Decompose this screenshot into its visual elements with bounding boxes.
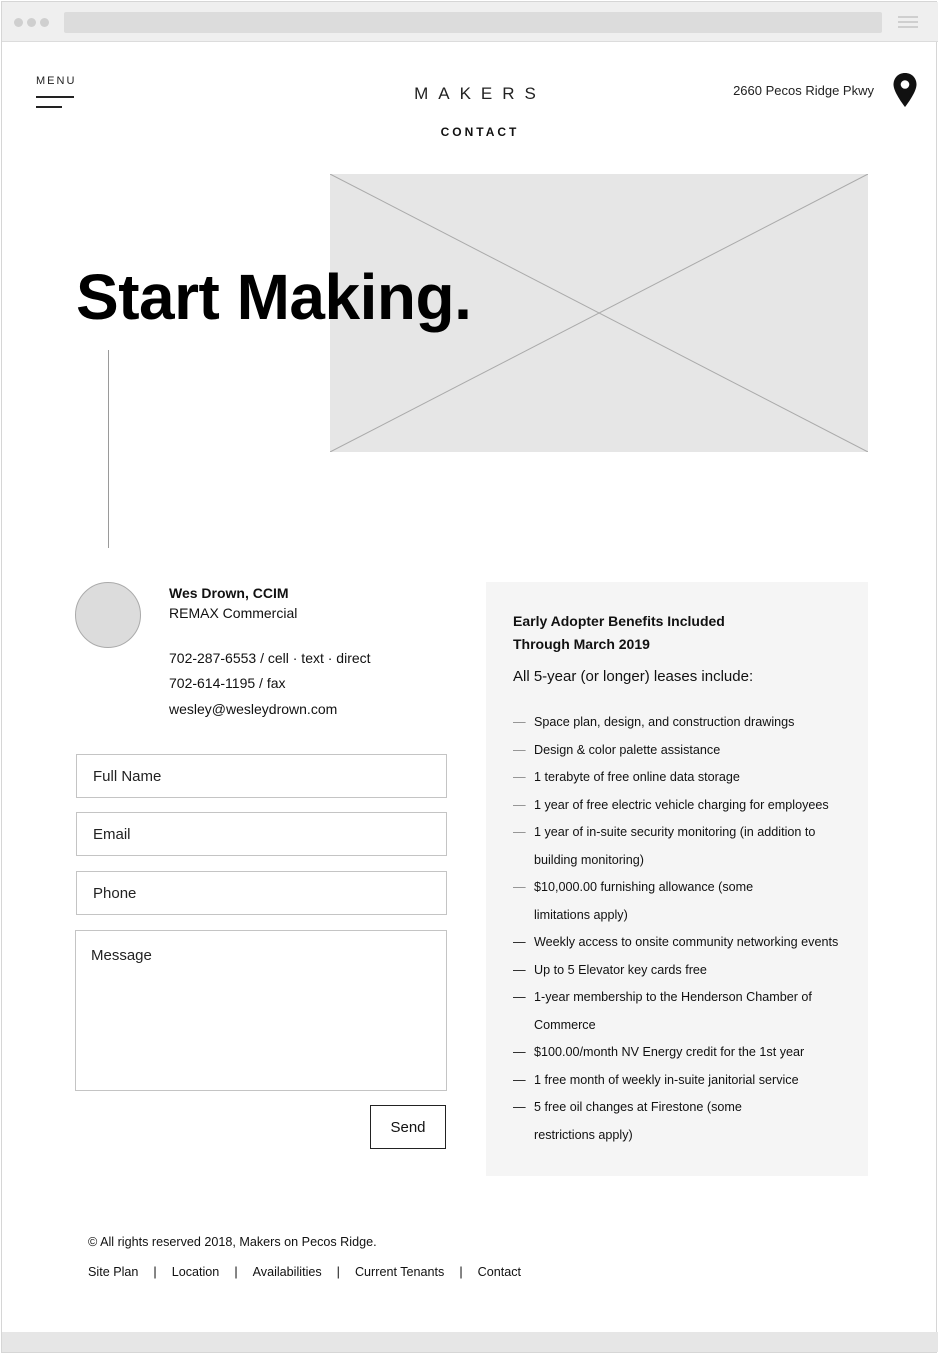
benefit-item: — 1-year membership to the Henderson Cham… bbox=[513, 984, 853, 1039]
benefit-text-continued: Commerce bbox=[534, 1017, 596, 1032]
dash-bullet: — bbox=[513, 1100, 526, 1114]
dash-bullet: — bbox=[513, 1072, 526, 1087]
benefit-text: 1 year of in-suite security monitoring (… bbox=[534, 825, 816, 839]
benefit-item: — Weekly access to onsite community netwo… bbox=[513, 929, 853, 957]
benefit-text: 1 year of free electric vehicle charging… bbox=[534, 797, 829, 812]
benefit-text: 1 free month of weekly in-suite janitori… bbox=[534, 1072, 799, 1087]
copyright-text: © All rights reserved 2018, Makers on Pe… bbox=[88, 1235, 377, 1249]
dash-bullet: — bbox=[513, 990, 526, 1004]
benefit-text-continued: limitations apply) bbox=[534, 907, 628, 922]
browser-bottom-bar bbox=[2, 1332, 938, 1352]
benefit-text-continued: restrictions apply) bbox=[534, 1127, 633, 1142]
benefit-item: — 1 terabyte of free online data storage bbox=[513, 764, 853, 792]
email-field[interactable] bbox=[76, 812, 447, 856]
address-link[interactable]: 2660 Pecos Ridge Pkwy bbox=[733, 83, 874, 98]
dash-bullet: — bbox=[513, 962, 526, 977]
benefits-title-line: Early Adopter Benefits Included bbox=[513, 613, 725, 629]
benefit-text: Up to 5 Elevator key cards free bbox=[534, 962, 707, 977]
hero-title: Start Making. bbox=[76, 261, 472, 333]
benefit-text: Design & color palette assistance bbox=[534, 742, 721, 757]
footer-link-contact[interactable]: Contact bbox=[478, 1265, 521, 1279]
benefit-item: — 5 free oil changes at Firestone (some re… bbox=[513, 1094, 853, 1149]
benefit-text: 5 free oil changes at Firestone (some bbox=[534, 1100, 742, 1114]
benefit-item: — Up to 5 Elevator key cards free bbox=[513, 957, 853, 985]
benefit-text: 1 terabyte of free online data storage bbox=[534, 770, 740, 784]
dash-bullet: — bbox=[513, 1045, 526, 1059]
footer-link-availabilities[interactable]: Availabilities bbox=[253, 1265, 322, 1279]
avatar bbox=[75, 582, 141, 648]
dash-bullet: — bbox=[513, 715, 526, 729]
footer-link-location[interactable]: Location bbox=[172, 1265, 220, 1279]
benefits-list: — Space plan, design, and construction dr… bbox=[513, 709, 853, 1149]
benefits-intro: All 5-year (or longer) leases include: bbox=[513, 668, 754, 685]
dash-bullet: — bbox=[513, 797, 526, 812]
benefit-text-continued: building monitoring) bbox=[534, 852, 644, 867]
benefit-item: — $100.00/month NV Energy credit for the … bbox=[513, 1039, 853, 1067]
benefit-item: — 1 year of in-suite security monitoring … bbox=[513, 819, 853, 874]
browser-chrome bbox=[2, 2, 938, 42]
benefit-item: — $10,000.00 furnishing allowance (some li… bbox=[513, 874, 853, 929]
agent-company: REMAX Commercial bbox=[169, 605, 298, 621]
benefit-text: $10,000.00 furnishing allowance (some bbox=[534, 880, 754, 894]
window-dot-icon[interactable] bbox=[27, 18, 36, 27]
dash-bullet: — bbox=[513, 880, 526, 894]
benefit-item: — 1 free month of weekly in-suite janitor… bbox=[513, 1067, 853, 1095]
footer-separator: | bbox=[234, 1265, 238, 1279]
decorative-divider bbox=[108, 350, 109, 548]
message-field[interactable] bbox=[75, 930, 447, 1091]
dash-bullet: — bbox=[513, 770, 526, 784]
agent-cell-phone[interactable]: 702-287-6553 / cell · text · direct bbox=[169, 650, 371, 666]
benefits-title: Early Adopter Benefits Included Through … bbox=[513, 610, 813, 656]
benefit-text: Weekly access to onsite community networ… bbox=[534, 935, 839, 949]
footer-separator: | bbox=[459, 1265, 463, 1279]
benefit-text: 1-year membership to the Henderson Chamb… bbox=[534, 990, 812, 1004]
window-dot-icon[interactable] bbox=[14, 18, 23, 27]
browser-menu-icon[interactable] bbox=[898, 16, 918, 31]
footer-nav: Site Plan | Location | Availabilities | … bbox=[88, 1265, 521, 1279]
full-name-field[interactable] bbox=[76, 754, 447, 798]
menu-icon-bar[interactable] bbox=[36, 106, 62, 108]
footer-link-site-plan[interactable]: Site Plan bbox=[88, 1265, 138, 1279]
benefit-text: $100.00/month NV Energy credit for the 1… bbox=[534, 1045, 805, 1059]
send-button[interactable]: Send bbox=[370, 1105, 446, 1149]
address-bar[interactable] bbox=[64, 12, 882, 33]
footer-separator: | bbox=[153, 1265, 157, 1279]
agent-email[interactable]: wesley@wesleydrown.com bbox=[169, 701, 337, 717]
window-dot-icon[interactable] bbox=[40, 18, 49, 27]
phone-field[interactable] bbox=[76, 871, 447, 915]
dash-bullet: — bbox=[513, 825, 526, 839]
agent-name: Wes Drown, CCIM bbox=[169, 585, 289, 601]
benefit-item: — Design & color palette assistance bbox=[513, 737, 853, 765]
dash-bullet: — bbox=[513, 742, 526, 757]
map-pin-icon[interactable] bbox=[892, 72, 918, 108]
benefits-title-line: Through March 2019 bbox=[513, 636, 650, 652]
footer-separator: | bbox=[336, 1265, 340, 1279]
benefits-panel: Early Adopter Benefits Included Through … bbox=[486, 582, 868, 1176]
benefit-item: — Space plan, design, and construction dr… bbox=[513, 709, 853, 737]
benefit-item: — 1 year of free electric vehicle chargin… bbox=[513, 792, 853, 820]
benefit-text: Space plan, design, and construction dra… bbox=[534, 715, 795, 729]
window-controls bbox=[14, 18, 49, 27]
dash-bullet: — bbox=[513, 935, 526, 949]
footer-link-current-tenants[interactable]: Current Tenants bbox=[355, 1265, 444, 1279]
browser-window: MENU MAKERS CONTACT 2660 Pecos Ridge Pkw… bbox=[1, 1, 938, 1353]
page-title: CONTACT bbox=[440, 125, 520, 139]
agent-fax: 702-614-1195 / fax bbox=[169, 675, 286, 691]
